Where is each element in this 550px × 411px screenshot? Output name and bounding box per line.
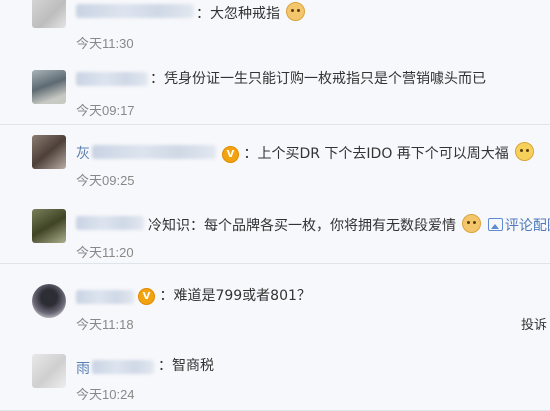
- comment-content: ：凭身份证一生只能订购一枚戒指只是个营销噱头而已: [150, 71, 486, 87]
- comment-content: ：智商税: [158, 358, 214, 374]
- comment-text: 冷知识：每个品牌各买一枚，你将拥有无数段爱情 评论配图: [148, 214, 550, 235]
- comment-content: ：大忽种戒指: [196, 6, 280, 22]
- user-name-visible-part[interactable]: 雨: [76, 358, 90, 378]
- comment-image-link[interactable]: 评论配图: [486, 218, 550, 234]
- user-name-blurred[interactable]: [76, 216, 144, 230]
- comment-text: V ：上个买DR 下个去IDO 再下个可以周大福: [222, 142, 535, 163]
- comment-time[interactable]: 今天11:18: [76, 314, 134, 333]
- verified-v-badge-icon: V: [222, 146, 239, 163]
- comment-content: 冷知识：每个品牌各买一枚，你将拥有无数段爱情: [148, 218, 456, 234]
- comment-time[interactable]: 今天11:30: [76, 33, 134, 52]
- user-name-blurred[interactable]: [76, 290, 134, 304]
- picture-icon: [487, 218, 503, 231]
- comment-time[interactable]: 今天10:24: [76, 384, 135, 403]
- comment-content: ：上个买DR 下个去IDO 再下个可以周大福: [243, 146, 509, 162]
- user-name-blurred[interactable]: [92, 360, 154, 374]
- user-name-blurred[interactable]: [92, 145, 216, 159]
- comment-text: ：大忽种戒指: [196, 2, 306, 23]
- user-avatar[interactable]: [32, 135, 66, 169]
- comment-image-link-label: 评论配图: [504, 218, 550, 234]
- report-link[interactable]: 投诉: [521, 314, 547, 333]
- comment-text: ：智商税: [158, 357, 214, 375]
- comment-item: 雨 ：智商税 今天10:24: [0, 338, 550, 411]
- comment-item: V ：难道是799或者801？ 今天11:18 投诉: [0, 264, 550, 339]
- comment-item: 灰 V ：上个买DR 下个去IDO 再下个可以周大福 今天09:25: [0, 125, 550, 194]
- verified-v-badge-icon: V: [138, 288, 155, 305]
- user-avatar[interactable]: [32, 354, 66, 388]
- comment-time[interactable]: 今天09:25: [76, 170, 135, 189]
- user-avatar[interactable]: [32, 284, 66, 318]
- comment-time[interactable]: 今天09:17: [76, 100, 135, 119]
- user-avatar[interactable]: [32, 0, 66, 28]
- comment-feed: ：大忽种戒指 今天11:30 ：凭身份证一生只能订购一枚戒指只是个营销噱头而已 …: [0, 0, 550, 411]
- doge-emoji-icon: [462, 214, 482, 233]
- laugh-cry-emoji-icon: [515, 142, 535, 161]
- comment-item: ：凭身份证一生只能订购一枚戒指只是个营销噱头而已 今天09:17: [0, 62, 550, 125]
- comment-content: ：难道是799或者801？: [159, 288, 311, 304]
- comment-text: ：凭身份证一生只能订购一枚戒指只是个营销噱头而已: [150, 70, 486, 88]
- comment-item: 冷知识：每个品牌各买一枚，你将拥有无数段爱情 评论配图 今天11:20: [0, 193, 550, 264]
- user-avatar[interactable]: [32, 209, 66, 243]
- comment-time[interactable]: 今天11:20: [76, 242, 134, 261]
- doge-emoji-icon: [286, 2, 306, 21]
- user-name-blurred[interactable]: [76, 4, 194, 18]
- user-avatar[interactable]: [32, 70, 66, 104]
- comment-item: ：大忽种戒指 今天11:30: [0, 0, 550, 63]
- user-name-visible-part[interactable]: 灰: [76, 143, 90, 163]
- comment-text: V ：难道是799或者801？: [138, 287, 311, 305]
- user-name-blurred[interactable]: [76, 72, 148, 86]
